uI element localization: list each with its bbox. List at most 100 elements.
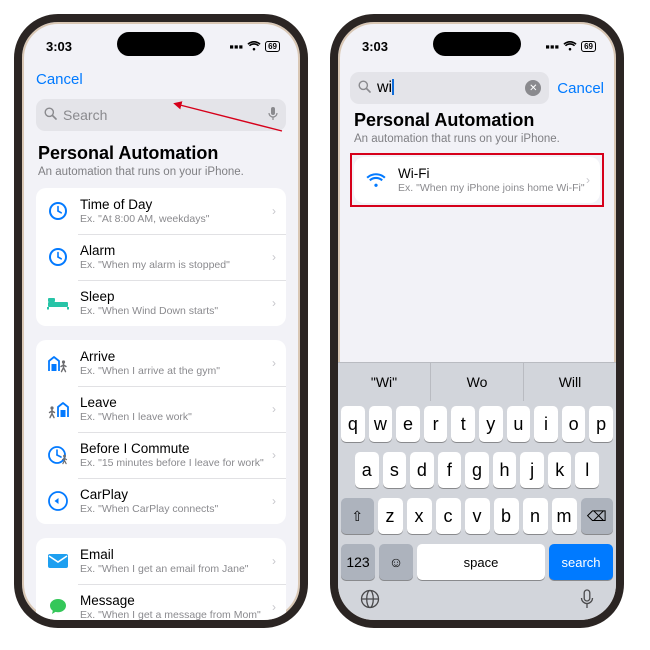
key-f[interactable]: f [438, 452, 462, 488]
trigger-row[interactable]: EmailEx. "When I get an email from Jane"… [36, 538, 286, 584]
key-b[interactable]: b [494, 498, 519, 534]
clear-icon[interactable]: ✕ [525, 80, 541, 96]
row-subtitle: Ex. "When my alarm is stopped" [80, 259, 272, 271]
trigger-row-wifi[interactable]: Wi-Fi Ex. "When my iPhone joins home Wi-… [354, 157, 600, 203]
wifi-status-icon [247, 39, 261, 54]
key-e[interactable]: e [396, 406, 420, 442]
leave-icon [46, 397, 70, 421]
mic-icon[interactable] [268, 107, 278, 124]
chevron-right-icon: › [272, 296, 276, 310]
page-header: Personal Automation An automation that r… [22, 141, 300, 188]
key-w[interactable]: w [369, 406, 393, 442]
key-o[interactable]: o [562, 406, 586, 442]
suggestion[interactable]: Wo [431, 363, 524, 401]
key-row: asdfghjkl [338, 447, 616, 493]
carplay-icon [46, 489, 70, 513]
suggestion[interactable]: "Wi" [338, 363, 431, 401]
shift-key[interactable]: ⇧ [341, 498, 374, 534]
key-r[interactable]: r [424, 406, 448, 442]
key-k[interactable]: k [548, 452, 572, 488]
row-subtitle: Ex. "When my iPhone joins home Wi-Fi" [398, 182, 586, 194]
suggestion-bar: "Wi" Wo Will [338, 363, 616, 401]
cancel-button[interactable]: Cancel [557, 80, 604, 97]
key-a[interactable]: a [355, 452, 379, 488]
key-c[interactable]: c [436, 498, 461, 534]
backspace-key[interactable]: ⌫ [581, 498, 614, 534]
cancel-button[interactable]: Cancel [36, 71, 83, 88]
trigger-list[interactable]: Time of DayEx. "At 8:00 AM, weekdays"›Al… [22, 188, 300, 628]
battery-icon: 69 [581, 41, 596, 52]
key-j[interactable]: j [520, 452, 544, 488]
row-subtitle: Ex. "When I get an email from Jane" [80, 563, 272, 575]
row-title: Wi-Fi [398, 166, 586, 181]
trigger-row[interactable]: Time of DayEx. "At 8:00 AM, weekdays"› [36, 188, 286, 234]
commute-icon [46, 443, 70, 467]
phone-right: 3:03 ▪▪▪ 69 wi ✕ Cancel Personal Automat… [330, 14, 624, 628]
trigger-group: ArriveEx. "When I arrive at the gym"›Lea… [36, 340, 286, 524]
key-i[interactable]: i [534, 406, 558, 442]
globe-icon[interactable] [360, 589, 380, 614]
trigger-row[interactable]: AlarmEx. "When my alarm is stopped"› [36, 234, 286, 280]
signal-icon: ▪▪▪ [545, 39, 559, 54]
row-title: Sleep [80, 289, 272, 304]
trigger-row[interactable]: Before I CommuteEx. "15 minutes before I… [36, 432, 286, 478]
trigger-group: EmailEx. "When I get an email from Jane"… [36, 538, 286, 628]
key-l[interactable]: l [575, 452, 599, 488]
trigger-row[interactable]: ArriveEx. "When I arrive at the gym"› [36, 340, 286, 386]
key-y[interactable]: y [479, 406, 503, 442]
trigger-row[interactable]: CarPlayEx. "When CarPlay connects"› [36, 478, 286, 524]
row-title: Alarm [80, 243, 272, 258]
key-g[interactable]: g [465, 452, 489, 488]
chevron-right-icon: › [272, 554, 276, 568]
battery-icon: 69 [265, 41, 280, 52]
key-s[interactable]: s [383, 452, 407, 488]
key-t[interactable]: t [451, 406, 475, 442]
status-time: 3:03 [362, 39, 388, 54]
phone-left: 3:03 ▪▪▪ 69 Cancel Personal Automation A… [14, 14, 308, 628]
key-h[interactable]: h [493, 452, 517, 488]
key-p[interactable]: p [589, 406, 613, 442]
trigger-row[interactable]: LeaveEx. "When I leave work"› [36, 386, 286, 432]
key-n[interactable]: n [523, 498, 548, 534]
row-title: Arrive [80, 349, 272, 364]
row-subtitle: Ex. "At 8:00 AM, weekdays" [80, 213, 272, 225]
key-m[interactable]: m [552, 498, 577, 534]
key-q[interactable]: q [341, 406, 365, 442]
status-time: 3:03 [46, 39, 72, 54]
key-d[interactable]: d [410, 452, 434, 488]
row-subtitle: Ex. "When Wind Down starts" [80, 305, 272, 317]
key-z[interactable]: z [378, 498, 403, 534]
search-key[interactable]: search [549, 544, 613, 580]
key-u[interactable]: u [507, 406, 531, 442]
search-field[interactable] [36, 99, 286, 131]
row-title: Before I Commute [80, 441, 272, 456]
chevron-right-icon: › [272, 448, 276, 462]
space-key[interactable]: space [417, 544, 545, 580]
search-input[interactable] [63, 107, 268, 123]
nav-bar: wi ✕ Cancel [338, 66, 616, 108]
search-field[interactable]: wi ✕ [350, 72, 549, 104]
key-v[interactable]: v [465, 498, 490, 534]
trigger-row[interactable]: MessageEx. "When I get a message from Mo… [36, 584, 286, 628]
key-x[interactable]: x [407, 498, 432, 534]
page-subtitle: An automation that runs on your iPhone. [38, 166, 284, 178]
page-subtitle: An automation that runs on your iPhone. [354, 133, 600, 145]
page-header: Personal Automation An automation that r… [338, 108, 616, 155]
nav-bar: Cancel [22, 66, 300, 93]
search-icon [358, 80, 371, 96]
page-title: Personal Automation [354, 110, 600, 131]
annotation-highlight: Wi-Fi Ex. "When my iPhone joins home Wi-… [350, 153, 604, 207]
row-title: Email [80, 547, 272, 562]
arrive-icon [46, 351, 70, 375]
signal-icon: ▪▪▪ [229, 39, 243, 54]
row-subtitle: Ex. "When I get a message from Mom" [80, 609, 272, 621]
chevron-right-icon: › [272, 600, 276, 614]
number-key[interactable]: 123 [341, 544, 375, 580]
search-value: wi [377, 79, 394, 97]
emoji-key[interactable]: ☺ [379, 544, 413, 580]
chevron-right-icon: › [586, 173, 590, 187]
suggestion[interactable]: Will [524, 363, 616, 401]
dictation-icon[interactable] [580, 589, 594, 614]
trigger-row[interactable]: SleepEx. "When Wind Down starts"› [36, 280, 286, 326]
dynamic-island [117, 32, 205, 56]
